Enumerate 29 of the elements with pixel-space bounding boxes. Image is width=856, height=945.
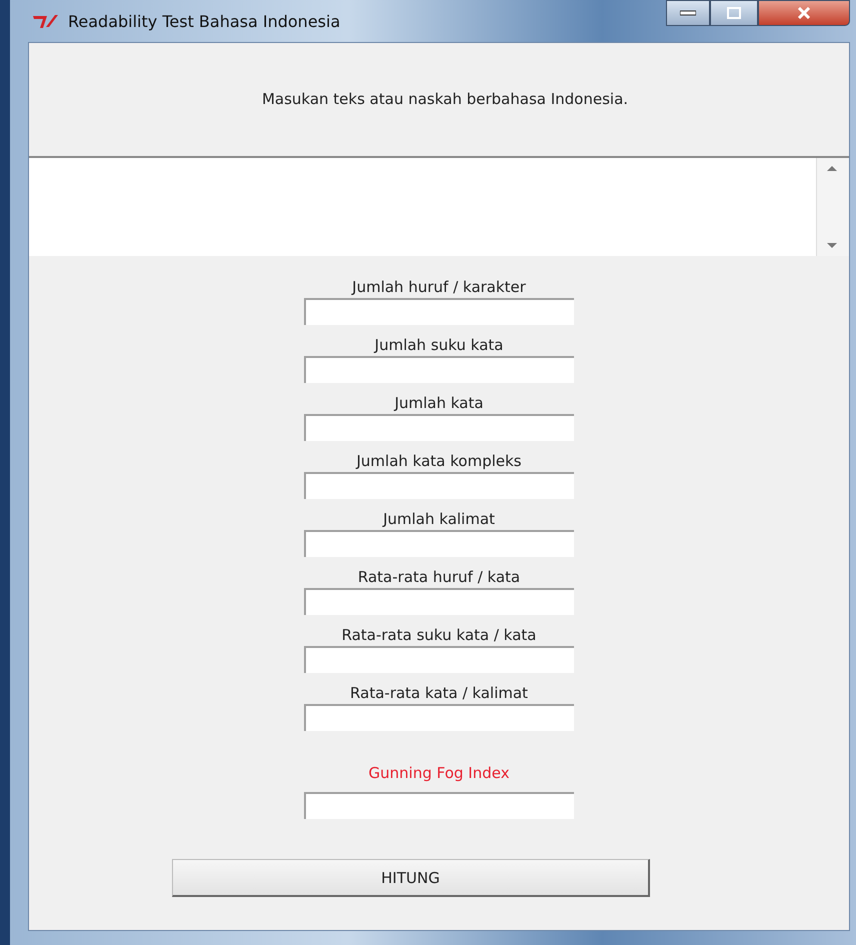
close-icon — [797, 7, 811, 19]
result-field[interactable] — [304, 646, 574, 673]
minimize-button[interactable] — [666, 0, 710, 26]
field-label: Rata-rata huruf / kata — [358, 567, 520, 588]
result-field[interactable] — [304, 414, 574, 441]
maximize-icon — [727, 7, 741, 19]
field-label: Jumlah suku kata — [374, 335, 504, 356]
field-label: Jumlah kalimat — [383, 509, 495, 530]
app-icon — [32, 13, 60, 29]
result-field[interactable] — [304, 356, 574, 383]
result-field[interactable] — [304, 530, 574, 557]
result-field[interactable] — [304, 472, 574, 499]
instruction-text: Masukan teks atau naskah berbahasa Indonesia. — [262, 90, 628, 110]
result-field[interactable] — [304, 704, 574, 731]
result-field[interactable] — [304, 588, 574, 615]
result-field[interactable] — [304, 792, 574, 819]
maximize-button[interactable] — [710, 0, 758, 26]
field-label: Gunning Fog Index — [368, 763, 510, 784]
window-title: Readability Test Bahasa Indonesia — [68, 12, 340, 30]
field-label: Jumlah kata kompleks — [356, 451, 522, 472]
field-label: Rata-rata kata / kalimat — [350, 683, 528, 704]
field-label: Jumlah huruf / karakter — [352, 277, 526, 298]
close-button[interactable] — [758, 0, 850, 26]
text-input-area[interactable] — [29, 156, 849, 256]
minimize-icon — [680, 10, 696, 16]
result-field[interactable] — [304, 298, 574, 325]
field-label: Jumlah kata — [394, 393, 484, 414]
calculate-button[interactable]: HITUNG — [172, 859, 650, 897]
field-label: Rata-rata suku kata / kata — [342, 625, 536, 646]
